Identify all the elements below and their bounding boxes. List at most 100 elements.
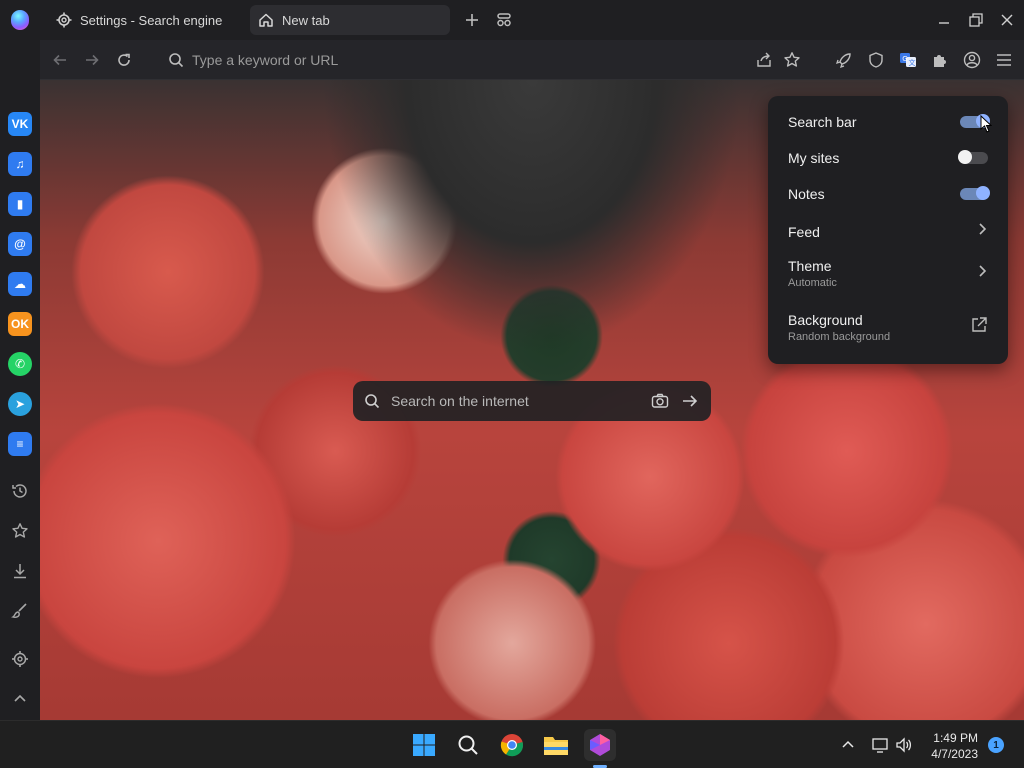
- back-button[interactable]: [50, 50, 70, 70]
- translate-button[interactable]: G文: [898, 50, 918, 70]
- notes-toggle[interactable]: [960, 186, 990, 200]
- new-tab-button[interactable]: [462, 10, 482, 30]
- browser-taskbar-button[interactable]: [584, 729, 616, 761]
- file-explorer-button[interactable]: [540, 729, 572, 761]
- address-bar[interactable]: [168, 49, 568, 71]
- sidebar-app-music[interactable]: ♫: [8, 152, 32, 176]
- navigation-bar: G文: [40, 40, 1024, 80]
- sidebar-app-mail[interactable]: @: [8, 232, 32, 256]
- arrow-right-icon: [86, 54, 99, 66]
- folder-icon: [544, 737, 568, 755]
- incognito-button[interactable]: [494, 10, 514, 30]
- windows-icon: [413, 734, 435, 756]
- camera-search-button[interactable]: [651, 392, 669, 415]
- gear-icon: [12, 651, 28, 667]
- notes-setting[interactable]: Notes: [788, 186, 990, 202]
- svg-text:G: G: [902, 55, 907, 63]
- tab-settings[interactable]: Settings - Search engine: [48, 5, 244, 35]
- close-button[interactable]: [997, 10, 1017, 30]
- search-bar-label: Search bar: [788, 114, 857, 130]
- chrome-icon: [500, 734, 524, 757]
- search-go-button[interactable]: [681, 392, 699, 415]
- incognito-icon: [497, 13, 511, 27]
- boost-button[interactable]: [834, 50, 854, 70]
- bookmark-page-button[interactable]: [782, 50, 802, 70]
- settings-button[interactable]: [9, 648, 31, 670]
- start-button[interactable]: [408, 729, 440, 761]
- svg-text:文: 文: [909, 58, 916, 67]
- taskbar-clock[interactable]: 1:49 PM 4/7/2023: [931, 730, 978, 762]
- sidebar-app-ok[interactable]: OK: [8, 312, 32, 336]
- star-icon: [784, 52, 800, 67]
- star-icon: [12, 523, 28, 538]
- new-tab-search-box[interactable]: [353, 381, 711, 421]
- shield-icon: [869, 52, 883, 68]
- external-link-icon: [970, 316, 988, 339]
- restore-button[interactable]: [966, 10, 986, 30]
- new-tab-settings-panel: Search bar My sites Notes Feed Theme Aut…: [768, 96, 1008, 364]
- background-value: Random background: [788, 331, 891, 343]
- search-icon: [363, 392, 381, 410]
- history-icon: [12, 484, 27, 498]
- translate-icon: G文: [900, 53, 916, 67]
- feed-setting[interactable]: Feed: [788, 222, 988, 241]
- taskbar-search-button[interactable]: [452, 729, 484, 761]
- search-icon: [168, 52, 184, 68]
- clock-date: 4/7/2023: [931, 747, 978, 761]
- background-label: Background: [788, 312, 863, 328]
- share-button[interactable]: [754, 50, 774, 70]
- profile-button[interactable]: [962, 50, 982, 70]
- protection-button[interactable]: [866, 50, 886, 70]
- browser-logo-icon[interactable]: [11, 10, 29, 30]
- sidebar-app-tasks[interactable]: ≡: [8, 432, 32, 456]
- minimize-button[interactable]: [934, 10, 954, 30]
- show-hidden-icons-button[interactable]: [838, 735, 858, 755]
- chrome-taskbar-button[interactable]: [496, 729, 528, 761]
- background-setting[interactable]: Background Random background: [788, 312, 988, 343]
- theme-value: Automatic: [788, 277, 837, 289]
- network-button[interactable]: [870, 735, 890, 755]
- new-tab-search-input[interactable]: [391, 393, 631, 409]
- my-sites-label: My sites: [788, 150, 840, 166]
- chevron-right-icon: [976, 222, 988, 241]
- menu-button[interactable]: [994, 50, 1014, 70]
- theme-setting[interactable]: Theme Automatic: [788, 258, 988, 289]
- restore-icon: [969, 13, 983, 27]
- history-button[interactable]: [9, 480, 31, 502]
- sidebar-app-vk[interactable]: VK: [8, 112, 32, 136]
- sidebar-app-cloud[interactable]: ☁: [8, 272, 32, 296]
- close-icon: [1001, 14, 1013, 26]
- reload-button[interactable]: [114, 50, 134, 70]
- chevron-up-icon: [14, 694, 26, 702]
- my-sites-setting[interactable]: My sites: [788, 150, 988, 166]
- sidebar-app-whatsapp[interactable]: ✆: [8, 352, 32, 376]
- arrow-left-icon: [53, 54, 66, 66]
- camera-icon: [651, 393, 669, 408]
- sidebar-app-telegram[interactable]: ➤: [8, 392, 32, 416]
- chevron-right-icon: [976, 264, 988, 283]
- notification-badge[interactable]: 1: [988, 737, 1004, 753]
- collapse-sidebar-button[interactable]: [9, 688, 31, 710]
- share-icon: [757, 52, 771, 67]
- network-icon: [872, 738, 888, 753]
- search-bar-setting[interactable]: Search bar: [788, 114, 990, 130]
- sidebar-app-stats[interactable]: ▮: [8, 192, 32, 216]
- bookmarks-button[interactable]: [9, 520, 31, 542]
- extensions-button[interactable]: [930, 50, 950, 70]
- tab-new-tab[interactable]: New tab: [250, 5, 450, 35]
- address-input[interactable]: [192, 52, 552, 68]
- puzzle-icon: [934, 55, 946, 67]
- forward-button[interactable]: [82, 50, 102, 70]
- downloads-button[interactable]: [9, 560, 31, 582]
- tab-new-tab-label: New tab: [282, 12, 330, 28]
- theme-label: Theme: [788, 258, 832, 274]
- home-icon: [258, 12, 274, 28]
- customize-button[interactable]: [9, 600, 31, 622]
- chevron-up-icon: [842, 740, 854, 748]
- volume-button[interactable]: [894, 735, 914, 755]
- hamburger-icon: [997, 54, 1011, 66]
- brush-icon: [11, 603, 27, 618]
- user-icon: [963, 51, 981, 69]
- reload-icon: [118, 53, 130, 66]
- my-sites-toggle[interactable]: [958, 150, 988, 164]
